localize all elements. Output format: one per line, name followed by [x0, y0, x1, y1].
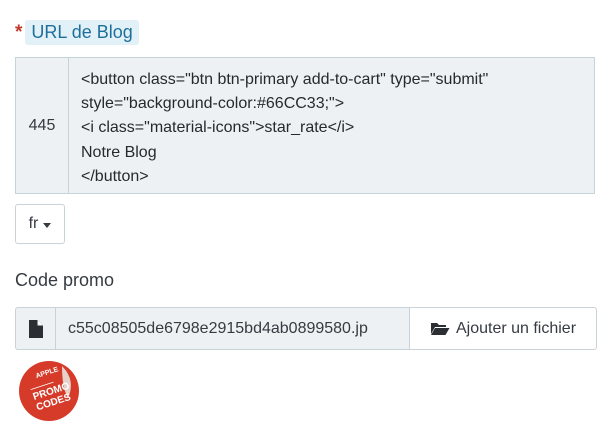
line-number: 445 [16, 58, 69, 193]
product-form: * URL de Blog 445 <button class="btn btn… [0, 0, 613, 444]
blog-url-code-field[interactable]: 445 <button class="btn btn-primary add-t… [15, 57, 595, 194]
language-value: fr [28, 215, 39, 232]
file-addon [15, 307, 55, 350]
file-icon [28, 319, 43, 338]
promo-code-label: Code promo [15, 270, 115, 290]
folder-open-icon [430, 321, 450, 336]
promo-file-upload: c55c08505de6798e2915bd4ab0899580.jp Ajou… [15, 307, 597, 350]
add-file-label: Ajouter un fichier [455, 319, 577, 337]
code-content[interactable]: <button class="btn btn-primary add-to-ca… [69, 58, 488, 193]
add-file-button[interactable]: Ajouter un fichier [410, 307, 597, 350]
required-marker: * [15, 21, 23, 43]
promo-codes-logo: APPLE PROMO CODES [18, 360, 80, 422]
blog-url-label-text: URL de Blog [25, 19, 139, 45]
file-name-field[interactable]: c55c08505de6798e2915bd4ab0899580.jp [55, 307, 410, 350]
language-dropdown-button[interactable]: fr [15, 204, 65, 244]
blog-url-label: * URL de Blog [15, 18, 139, 46]
caret-down-icon [43, 222, 52, 228]
